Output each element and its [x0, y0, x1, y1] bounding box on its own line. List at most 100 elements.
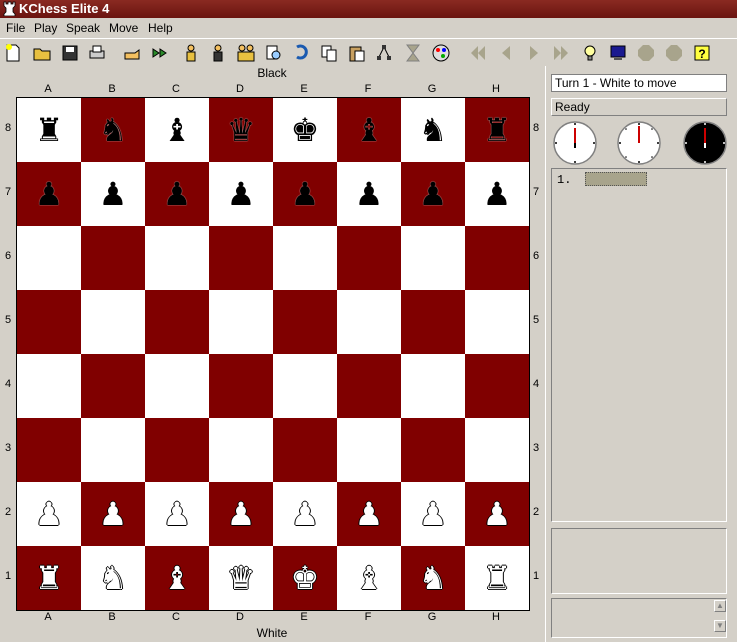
next-move-icon[interactable] — [523, 42, 545, 64]
square-c3[interactable] — [145, 418, 209, 482]
square-f8[interactable]: ♝ — [337, 98, 401, 162]
hourglass-icon[interactable] — [402, 42, 424, 64]
square-d5[interactable] — [209, 290, 273, 354]
new-game-icon[interactable] — [2, 42, 24, 64]
square-a2[interactable]: ♟ — [17, 482, 81, 546]
square-e4[interactable] — [273, 354, 337, 418]
previous-move-icon[interactable] — [495, 42, 517, 64]
square-e2[interactable]: ♟ — [273, 482, 337, 546]
square-g4[interactable] — [401, 354, 465, 418]
square-b5[interactable] — [81, 290, 145, 354]
square-d7[interactable]: ♟ — [209, 162, 273, 226]
square-h2[interactable]: ♟ — [465, 482, 529, 546]
human-player-icon[interactable] — [180, 42, 202, 64]
square-e7[interactable]: ♟ — [273, 162, 337, 226]
first-move-icon[interactable] — [466, 42, 488, 64]
monitor-icon[interactable] — [607, 42, 629, 64]
open-icon[interactable] — [31, 42, 53, 64]
white-pawn-icon[interactable]: ♟ — [465, 482, 529, 546]
square-d8[interactable]: ♛ — [209, 98, 273, 162]
square-g2[interactable]: ♟ — [401, 482, 465, 546]
menu-play[interactable]: Play — [34, 21, 57, 35]
palette-icon[interactable] — [430, 42, 452, 64]
analyze-icon[interactable] — [263, 42, 285, 64]
square-a4[interactable] — [17, 354, 81, 418]
square-e5[interactable] — [273, 290, 337, 354]
black-rook-icon[interactable]: ♜ — [465, 98, 529, 162]
square-h4[interactable] — [465, 354, 529, 418]
black-bishop-icon[interactable]: ♝ — [145, 98, 209, 162]
white-pawn-icon[interactable]: ♟ — [209, 482, 273, 546]
white-pawn-icon[interactable]: ♟ — [145, 482, 209, 546]
square-f4[interactable] — [337, 354, 401, 418]
square-e8[interactable]: ♚ — [273, 98, 337, 162]
scroll-up-button[interactable]: ▲ — [714, 600, 726, 612]
comment-box[interactable] — [551, 528, 727, 594]
stop-icon[interactable] — [635, 42, 657, 64]
square-f5[interactable] — [337, 290, 401, 354]
white-pawn-icon[interactable]: ♟ — [81, 482, 145, 546]
square-d3[interactable] — [209, 418, 273, 482]
black-pawn-icon[interactable]: ♟ — [273, 162, 337, 226]
square-c1[interactable]: ♝ — [145, 546, 209, 610]
square-a3[interactable] — [17, 418, 81, 482]
copy-icon[interactable] — [318, 42, 340, 64]
square-d1[interactable]: ♛ — [209, 546, 273, 610]
square-c4[interactable] — [145, 354, 209, 418]
white-rook-icon[interactable]: ♜ — [17, 546, 81, 610]
move-list[interactable]: 1. — [551, 168, 727, 522]
white-pawn-icon[interactable]: ♟ — [401, 482, 465, 546]
square-f2[interactable]: ♟ — [337, 482, 401, 546]
white-pawn-icon[interactable]: ♟ — [17, 482, 81, 546]
square-c5[interactable] — [145, 290, 209, 354]
black-pawn-icon[interactable]: ♟ — [81, 162, 145, 226]
square-b7[interactable]: ♟ — [81, 162, 145, 226]
two-players-icon[interactable] — [235, 42, 257, 64]
square-c2[interactable]: ♟ — [145, 482, 209, 546]
square-d4[interactable] — [209, 354, 273, 418]
square-g1[interactable]: ♞ — [401, 546, 465, 610]
square-d2[interactable]: ♟ — [209, 482, 273, 546]
tree-icon[interactable] — [373, 42, 395, 64]
scroll-down-button[interactable]: ▼ — [714, 620, 726, 632]
square-h6[interactable] — [465, 226, 529, 290]
square-g7[interactable]: ♟ — [401, 162, 465, 226]
square-d6[interactable] — [209, 226, 273, 290]
square-h7[interactable]: ♟ — [465, 162, 529, 226]
square-a1[interactable]: ♜ — [17, 546, 81, 610]
menu-speak[interactable]: Speak — [66, 21, 100, 35]
square-a8[interactable]: ♜ — [17, 98, 81, 162]
white-rook-icon[interactable]: ♜ — [465, 546, 529, 610]
black-pawn-icon[interactable]: ♟ — [17, 162, 81, 226]
square-b4[interactable] — [81, 354, 145, 418]
black-king-icon[interactable]: ♚ — [273, 98, 337, 162]
white-knight-icon[interactable]: ♞ — [81, 546, 145, 610]
black-knight-icon[interactable]: ♞ — [81, 98, 145, 162]
computer-player-icon[interactable] — [207, 42, 229, 64]
square-h3[interactable] — [465, 418, 529, 482]
white-pawn-icon[interactable]: ♟ — [273, 482, 337, 546]
black-pawn-icon[interactable]: ♟ — [145, 162, 209, 226]
last-move-icon[interactable] — [551, 42, 573, 64]
square-a6[interactable] — [17, 226, 81, 290]
menu-help[interactable]: Help — [148, 21, 173, 35]
move-entry-cursor[interactable] — [585, 172, 647, 186]
square-b1[interactable]: ♞ — [81, 546, 145, 610]
square-a7[interactable]: ♟ — [17, 162, 81, 226]
black-queen-icon[interactable]: ♛ — [209, 98, 273, 162]
square-h1[interactable]: ♜ — [465, 546, 529, 610]
print-icon[interactable] — [86, 42, 108, 64]
white-knight-icon[interactable]: ♞ — [401, 546, 465, 610]
square-f1[interactable]: ♝ — [337, 546, 401, 610]
paste-icon[interactable] — [346, 42, 368, 64]
square-g5[interactable] — [401, 290, 465, 354]
square-e1[interactable]: ♚ — [273, 546, 337, 610]
white-pawn-icon[interactable]: ♟ — [337, 482, 401, 546]
white-bishop-icon[interactable]: ♝ — [337, 546, 401, 610]
square-e6[interactable] — [273, 226, 337, 290]
square-a5[interactable] — [17, 290, 81, 354]
black-rook-icon[interactable]: ♜ — [17, 98, 81, 162]
square-e3[interactable] — [273, 418, 337, 482]
square-f6[interactable] — [337, 226, 401, 290]
black-knight-icon[interactable]: ♞ — [401, 98, 465, 162]
